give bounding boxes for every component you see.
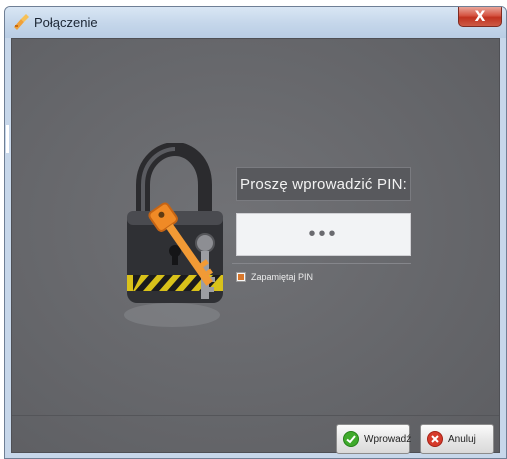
pin-input[interactable]: •••: [236, 213, 411, 256]
key-icon: [14, 14, 29, 30]
footer-separator: [12, 415, 499, 416]
padlock-with-keys-icon: [124, 143, 223, 327]
remember-pin-label: Zapamiętaj PIN: [251, 272, 314, 282]
red-x-icon: [427, 431, 443, 447]
enter-button[interactable]: Wprowadź: [336, 424, 412, 454]
remember-pin-option[interactable]: Zapamiętaj PIN: [236, 272, 313, 282]
dialog-window: Połączenie X Proszę wprowadzić PIN: ••• …: [4, 6, 507, 459]
green-checkmark-icon: [343, 431, 359, 447]
close-icon: X: [474, 8, 486, 25]
cancel-button-label: Anuluj: [448, 433, 476, 445]
pin-prompt: Proszę wprowadzić PIN:: [236, 167, 411, 201]
divider: [232, 263, 411, 264]
remember-pin-checkbox[interactable]: [236, 272, 246, 282]
enter-button-label: Wprowadź: [364, 433, 412, 445]
window-title: Połączenie: [34, 15, 98, 30]
close-button[interactable]: X: [458, 7, 502, 27]
cancel-button[interactable]: Anuluj: [420, 424, 494, 454]
title-bar[interactable]: Połączenie X: [5, 7, 506, 38]
left-edge-marker: [6, 125, 9, 153]
dialog-body: Proszę wprowadzić PIN: ••• Zapamiętaj PI…: [6, 38, 500, 454]
